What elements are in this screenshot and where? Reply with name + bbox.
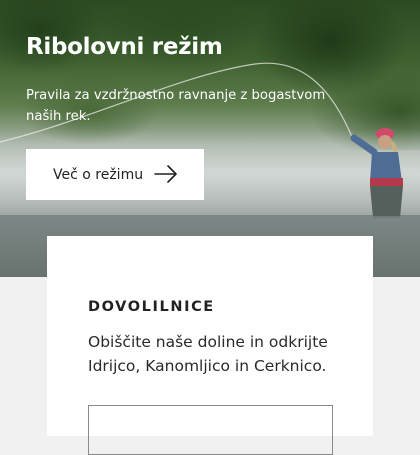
learn-more-label: Več o režimu <box>53 166 144 183</box>
learn-more-button[interactable]: Več o režimu <box>26 149 204 200</box>
page-title: Ribolovni režim <box>26 34 223 60</box>
permits-heading: DOVOLILNICE <box>88 299 215 315</box>
arrow-right-icon <box>154 165 177 183</box>
permits-card: DOVOLILNICE Obiščite naše doline in odkr… <box>47 236 373 455</box>
permits-description: Obiščite naše doline in odkrijte Idrijco… <box>88 333 328 375</box>
hero-subtitle: Pravila za vzdržnostno ravnanje z bogast… <box>26 88 326 124</box>
angler-figure <box>350 128 408 222</box>
permits-button[interactable] <box>88 405 333 455</box>
